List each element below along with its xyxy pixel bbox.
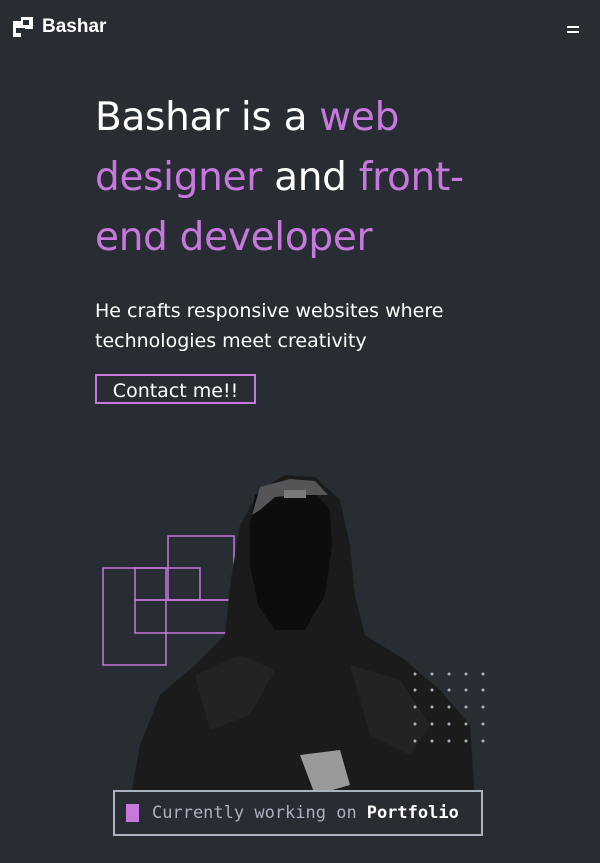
currently-working-status: Currently working on Portfolio: [113, 790, 483, 836]
status-project-name: Portfolio: [366, 803, 459, 823]
hero-image: [102, 475, 485, 800]
hero-subtitle: He crafts responsive websites where tech…: [95, 300, 444, 352]
status-prefix: Currently working on: [152, 803, 357, 823]
hooded-person-photo: [130, 475, 475, 800]
hamburger-icon[interactable]: [567, 26, 579, 38]
contact-me-button[interactable]: Contact me!!: [95, 374, 256, 404]
brand-logo[interactable]: Bashar: [13, 17, 106, 37]
brand-name: Bashar: [42, 16, 107, 37]
headline-text-2: and: [262, 155, 359, 200]
status-indicator-icon: [126, 804, 139, 822]
logo-glyph-icon: [13, 17, 33, 37]
headline-text-1: Bashar is a: [95, 95, 320, 140]
site-header: Bashar: [0, 0, 600, 60]
hero-headline: Bashar is a web designer and front-end d…: [95, 88, 515, 268]
